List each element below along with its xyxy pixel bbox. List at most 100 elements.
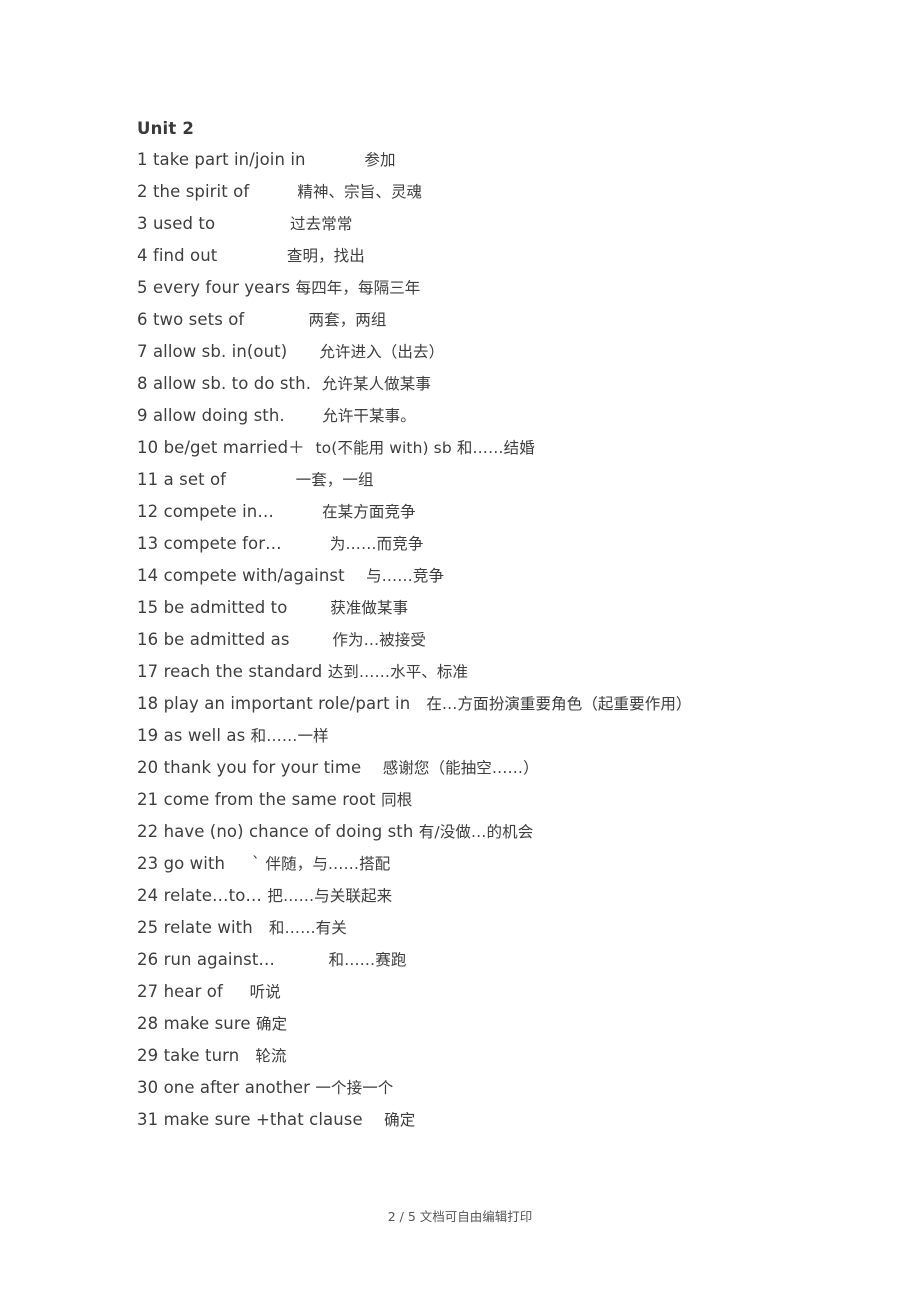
entry-spacer	[239, 1046, 250, 1065]
list-item: 28 make sure 确定	[137, 1008, 837, 1040]
entry-number: 4	[137, 246, 148, 265]
entry-chinese: 在…方面扮演重要角色（起重要作用）	[426, 695, 692, 713]
entry-number: 12	[137, 502, 159, 521]
entry-english: run against…	[163, 950, 276, 969]
entry-chinese: 和……有关	[268, 919, 347, 937]
list-item: 20 thank you for your time 感谢您（能抽空……）	[137, 752, 837, 784]
list-item: 10 be/get married＋ to(不能用 with) sb 和……结婚	[137, 432, 837, 464]
entry-chinese: 确定	[256, 1015, 288, 1033]
entry-spacer	[305, 438, 310, 457]
entry-chinese: 参加	[364, 151, 396, 169]
entry-number: 14	[137, 566, 159, 585]
entry-english: allow doing sth.	[152, 406, 285, 425]
entry-spacer	[361, 758, 377, 777]
entry-chinese: 达到……水平、标准	[327, 663, 469, 681]
entry-chinese: 每四年，每隔三年	[295, 279, 421, 297]
entry-number: 21	[137, 790, 159, 809]
entry-spacer	[274, 502, 317, 521]
entry-number: 29	[137, 1046, 159, 1065]
entry-english: find out	[152, 246, 218, 265]
entry-english: make sure +that clause	[163, 1110, 363, 1129]
entry-chinese: 确定	[384, 1111, 416, 1129]
entry-spacer	[285, 406, 317, 425]
entry-chinese: 获准做某事	[330, 599, 409, 617]
entry-chinese: 允许进入（出去）	[319, 343, 445, 361]
entry-number: 18	[137, 694, 159, 713]
entry-chinese: 同根	[381, 791, 413, 809]
entry-chinese: 过去常常	[290, 215, 353, 233]
entry-english: reach the standard	[163, 662, 323, 681]
entry-spacer	[345, 566, 361, 585]
entry-number: 19	[137, 726, 159, 745]
list-item: 7 allow sb. in(out) 允许进入（出去）	[137, 336, 837, 368]
list-item: 18 play an important role/part in 在…方面扮演…	[137, 688, 837, 720]
list-item: 2 the spirit of 精神、宗旨、灵魂	[137, 176, 837, 208]
list-item: 25 relate with 和……有关	[137, 912, 837, 944]
entry-spacer	[253, 918, 264, 937]
list-item: 13 compete for… 为……而竞争	[137, 528, 837, 560]
entry-spacer	[226, 470, 290, 489]
list-item: 26 run against… 和……赛跑	[137, 944, 837, 976]
entry-english: be admitted to	[163, 598, 288, 617]
entry-spacer: `	[225, 854, 261, 873]
entry-english: relate with	[163, 918, 253, 937]
entry-number: 23	[137, 854, 159, 873]
entry-english: take part in/join in	[152, 150, 306, 169]
entry-english: compete in…	[163, 502, 274, 521]
list-item: 15 be admitted to 获准做某事	[137, 592, 837, 624]
entry-english: be admitted as	[163, 630, 290, 649]
entry-number: 10	[137, 438, 159, 457]
list-item: 9 allow doing sth. 允许干某事。	[137, 400, 837, 432]
entry-number: 3	[137, 214, 148, 233]
entry-english: the spirit of	[152, 182, 250, 201]
entry-number: 22	[137, 822, 159, 841]
entry-number: 7	[137, 342, 148, 361]
entry-english: one after another	[163, 1078, 311, 1097]
document-page: Unit 2 1 take part in/join in 参加 2 the sp…	[0, 0, 920, 1302]
list-item: 6 two sets of 两套，两组	[137, 304, 837, 336]
entry-english: hear of	[163, 982, 223, 1001]
entry-spacer	[306, 150, 359, 169]
list-item: 12 compete in… 在某方面竞争	[137, 496, 837, 528]
entry-chinese: 在某方面竞争	[322, 503, 416, 521]
entry-english: relate…to…	[163, 886, 263, 905]
list-item: 4 find out 查明，找出	[137, 240, 837, 272]
entry-english: take turn	[163, 1046, 240, 1065]
entry-number: 17	[137, 662, 159, 681]
list-item: 17 reach the standard 达到……水平、标准	[137, 656, 837, 688]
entry-spacer	[223, 982, 244, 1001]
entry-number: 28	[137, 1014, 159, 1033]
list-item: 23 go with ` 伴随，与……搭配	[137, 848, 837, 880]
entry-english: as well as	[163, 726, 246, 745]
entry-english: used to	[152, 214, 216, 233]
entry-chinese: 精神、宗旨、灵魂	[297, 183, 423, 201]
entry-english: have (no) chance of doing sth	[163, 822, 414, 841]
entry-number: 8	[137, 374, 148, 393]
entry-english: allow sb. to do sth.	[152, 374, 312, 393]
entry-spacer	[410, 694, 421, 713]
list-item: 19 as well as 和……一样	[137, 720, 837, 752]
list-item: 27 hear of 听说	[137, 976, 837, 1008]
entry-english: a set of	[163, 470, 227, 489]
entry-spacer	[275, 950, 323, 969]
entry-number: 2	[137, 182, 148, 201]
entry-english: every four years	[152, 278, 291, 297]
list-item: 24 relate…to… 把……与关联起来	[137, 880, 837, 912]
entry-number: 1	[137, 150, 148, 169]
entry-chinese: 一个接一个	[315, 1079, 394, 1097]
entry-english: compete for…	[163, 534, 282, 553]
list-item: 29 take turn 轮流	[137, 1040, 837, 1072]
entry-number: 11	[137, 470, 159, 489]
list-item: 31 make sure +that clause 确定	[137, 1104, 837, 1136]
entry-chinese: 一套，一组	[295, 471, 374, 489]
entry-chinese: 查明，找出	[286, 247, 365, 265]
entry-number: 6	[137, 310, 148, 329]
entry-chinese: 听说	[249, 983, 281, 1001]
entry-english: make sure	[163, 1014, 251, 1033]
entry-chinese: 把……与关联起来	[267, 887, 393, 905]
entry-chinese: 为……而竞争	[329, 535, 424, 553]
entry-spacer	[290, 630, 327, 649]
entry-english: come from the same root	[163, 790, 376, 809]
list-item: 11 a set of 一套，一组	[137, 464, 837, 496]
entry-number: 13	[137, 534, 159, 553]
